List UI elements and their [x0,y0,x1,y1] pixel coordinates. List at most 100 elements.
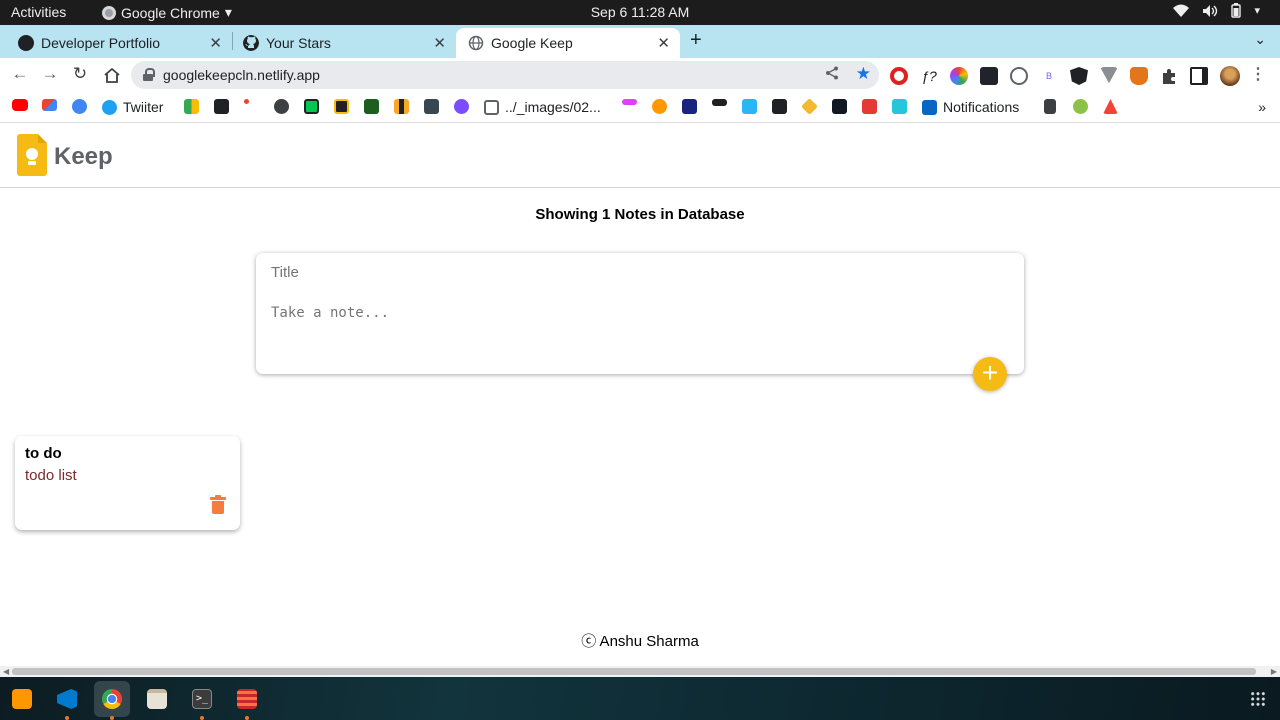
bookmark-red[interactable] [862,99,877,114]
bookmark-mw[interactable] [712,99,727,106]
metamask-icon[interactable] [1130,67,1148,85]
tab-your-stars[interactable]: Your Stars ✕ [233,28,456,58]
note-content: todo list [25,467,77,484]
cube-icon [892,99,907,114]
terminal-launcher[interactable]: >_ [184,681,220,720]
red-dot-icon [244,99,249,104]
note-composer [256,253,1024,374]
bookmark-purple[interactable] [454,99,469,114]
back-arrow-icon[interactable]: ← [9,64,31,84]
close-icon[interactable]: ✕ [657,34,670,52]
bookmark-dot[interactable] [244,99,249,104]
close-icon[interactable]: ✕ [433,34,446,52]
more-menu-icon[interactable]: ⋮ [1250,64,1266,84]
db-browser-launcher[interactable] [229,681,265,720]
note-card: to do todo list [15,436,240,530]
bookmark-twitter[interactable]: Twiiter [102,99,163,115]
bookmark-linkedin[interactable]: Notifications [922,99,1019,115]
share-icon[interactable] [825,66,839,80]
font-identifier-icon[interactable]: ƒ? [920,67,938,85]
tab-title: Your Stars [266,35,331,51]
bookmark-label: Notifications [943,99,1020,115]
scroll-left-icon[interactable]: ◀ [3,667,9,676]
bookmark-binance[interactable] [801,98,818,115]
tab-developer-portfolio[interactable]: Developer Portfolio ✕ [0,28,232,58]
bookmark-books[interactable] [394,99,409,114]
bookmark-grid[interactable] [334,99,349,114]
react-devtools-icon[interactable] [980,67,998,85]
bookmark-doc[interactable] [1044,99,1056,114]
bookmark-a[interactable] [1103,99,1118,114]
profile-avatar[interactable] [1220,66,1240,86]
clock[interactable]: Sep 6 11:28 AM [591,4,690,20]
color-picker-icon[interactable] [950,67,968,85]
tray-menu-icon: ▾ [1254,5,1260,17]
angular-icon[interactable] [1070,67,1088,85]
lock-icon[interactable] [143,68,155,81]
opera-icon[interactable] [890,67,908,85]
puzzle-extensions-icon[interactable] [1160,67,1178,85]
system-top-bar: Activities Google Chrome ▾ Sep 6 11:28 A… [0,0,1280,25]
bookmark-sheets[interactable] [184,99,199,114]
close-icon[interactable]: ✕ [209,34,222,52]
bookmark-b1[interactable] [652,99,667,114]
bookmark-exp[interactable] [622,99,637,105]
app-menu-label: Google Chrome [121,4,220,21]
bookmarks-bar: Twiiter ../_images/02... Notifications » [0,92,1280,123]
note-title-input[interactable] [271,261,971,283]
youtube-icon [12,99,28,111]
bookmark-gmail[interactable] [42,99,57,111]
app-title: Keep [54,143,113,170]
github-icon [243,35,259,51]
bookmark-m[interactable] [742,99,757,114]
files-launcher[interactable] [139,681,175,717]
document-icon [1044,99,1056,114]
vue-devtools-icon[interactable] [1100,67,1118,84]
green-clock-icon [304,99,319,114]
url-text[interactable]: googlekeepcln.netlify.app [163,67,320,83]
bookmark-green-circle[interactable] [1073,99,1088,114]
chrome-launcher[interactable] [94,681,130,720]
horizontal-scrollbar[interactable]: ◀ ▶ [0,666,1280,677]
twitter-icon [102,99,117,115]
add-note-button[interactable]: + [973,357,1007,391]
bookmark-youtube[interactable] [12,99,28,111]
bookmark-x[interactable] [772,99,787,114]
delete-note-button[interactable] [210,495,226,515]
side-panel-icon[interactable] [1190,67,1208,85]
note-content-input[interactable] [271,305,1001,360]
bookmark-dev[interactable] [214,99,229,114]
bookmark-images[interactable]: ../_images/02... [484,99,601,115]
system-tray[interactable]: ▾ [1173,3,1260,18]
bookmark-clock[interactable] [304,99,319,114]
sublime-text-launcher[interactable] [4,681,40,717]
tab-search-chevron-icon[interactable]: ⌄ [1254,31,1266,48]
bookmark-dark[interactable] [424,99,439,114]
bookmark-star-icon[interactable]: ★ [856,64,871,84]
notes-count-text: Showing 1 Notes in Database [535,206,745,223]
dark-square-icon [424,99,439,114]
address-bar[interactable]: googlekeepcln.netlify.app ★ [131,61,879,89]
activities-button[interactable]: Activities [11,4,66,20]
new-tab-button[interactable]: + [690,29,702,52]
gmail-icon [42,99,57,111]
home-icon[interactable] [101,67,123,83]
bookmark-b2[interactable] [682,99,697,114]
forward-arrow-icon[interactable]: → [39,64,61,84]
show-applications-icon[interactable] [1250,691,1266,707]
bookmark-b-icon[interactable]: B [1040,67,1058,85]
reload-icon[interactable]: ↻ [69,64,91,84]
bookmark-at[interactable] [72,99,87,114]
json-viewer-icon[interactable] [1010,67,1028,85]
caret-down-icon: ▾ [224,4,232,20]
bookmark-cube[interactable] [892,99,907,114]
scrollbar-thumb[interactable] [12,668,1256,675]
more-bookmarks-icon[interactable]: » [1258,99,1266,115]
vscode-launcher[interactable] [49,681,85,720]
tab-google-keep[interactable]: Google Keep ✕ [456,28,680,58]
app-menu[interactable]: Google Chrome ▾ [102,4,232,21]
bookmark-green[interactable] [364,99,379,114]
bookmark-circle[interactable] [274,99,289,114]
scroll-right-icon[interactable]: ▶ [1271,667,1277,676]
bookmark-tv[interactable] [832,99,847,114]
